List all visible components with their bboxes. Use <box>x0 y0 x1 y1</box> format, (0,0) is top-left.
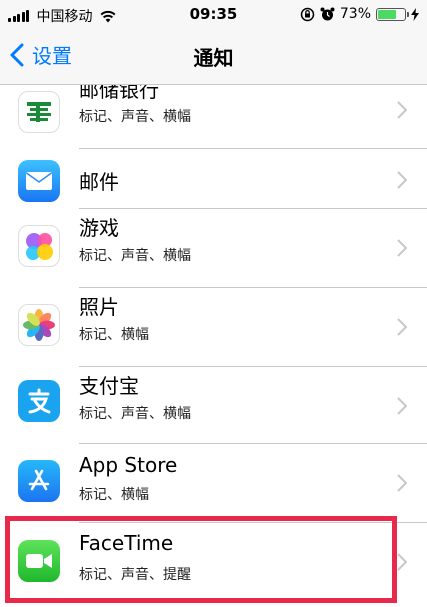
chevron-right-icon <box>397 474 407 492</box>
chevron-right-icon <box>397 553 407 571</box>
list-item[interactable]: App Store 标记、横幅 <box>0 444 427 522</box>
app-name: 邮件 <box>79 170 119 194</box>
chevron-right-icon <box>397 171 407 189</box>
list-item[interactable]: FaceTime 标记、声音、提醒 <box>0 523 427 601</box>
notification-summary: 标记、声音、提醒 <box>79 567 191 583</box>
battery-percent: 73% <box>339 6 371 22</box>
battery-icon <box>376 7 409 21</box>
charging-bolt-icon <box>411 7 419 21</box>
notification-summary: 标记、声音、横幅 <box>79 248 191 264</box>
list-item[interactable]: 邮储银行 标记、声音、横幅 <box>0 85 427 151</box>
notification-summary: 标记、声音、横幅 <box>79 109 191 125</box>
app-store-icon <box>18 460 60 502</box>
facetime-icon <box>18 540 60 582</box>
chevron-right-icon <box>397 318 407 336</box>
alarm-icon <box>320 7 335 20</box>
notification-summary: 标记、横幅 <box>79 487 149 503</box>
list-item[interactable]: 游戏 标记、声音、横幅 <box>0 209 427 287</box>
page-title: 通知 <box>193 46 234 70</box>
rotation-lock-icon <box>300 7 315 21</box>
photos-icon <box>18 304 60 346</box>
list-item[interactable]: 支付宝 标记、声音、横幅 <box>0 367 427 445</box>
app-name: FaceTime <box>79 531 174 555</box>
game-center-icon <box>18 225 60 267</box>
mail-icon <box>18 160 60 202</box>
app-name: 游戏 <box>79 216 119 240</box>
list-item[interactable]: 照片 标记、横幅 <box>0 288 427 366</box>
notification-summary: 标记、横幅 <box>79 327 149 343</box>
app-name: 邮储银行 <box>79 85 159 102</box>
status-bar: 中国移动 09:35 73% <box>0 0 427 28</box>
chevron-right-icon <box>397 397 407 415</box>
navigation-bar: 设置 通知 <box>0 28 427 85</box>
app-name: 支付宝 <box>79 374 139 398</box>
alipay-icon <box>18 380 60 422</box>
psbc-bank-icon <box>18 91 60 133</box>
app-name: App Store <box>79 453 178 477</box>
chevron-right-icon <box>397 101 407 119</box>
app-notification-list: 邮储银行 标记、声音、横幅 邮件 游戏 标记、声音、横幅 照片 标记、横幅 支付… <box>0 85 427 607</box>
chevron-right-icon <box>397 239 407 257</box>
notification-summary: 标记、声音、横幅 <box>79 406 191 422</box>
app-name: 照片 <box>79 295 119 319</box>
